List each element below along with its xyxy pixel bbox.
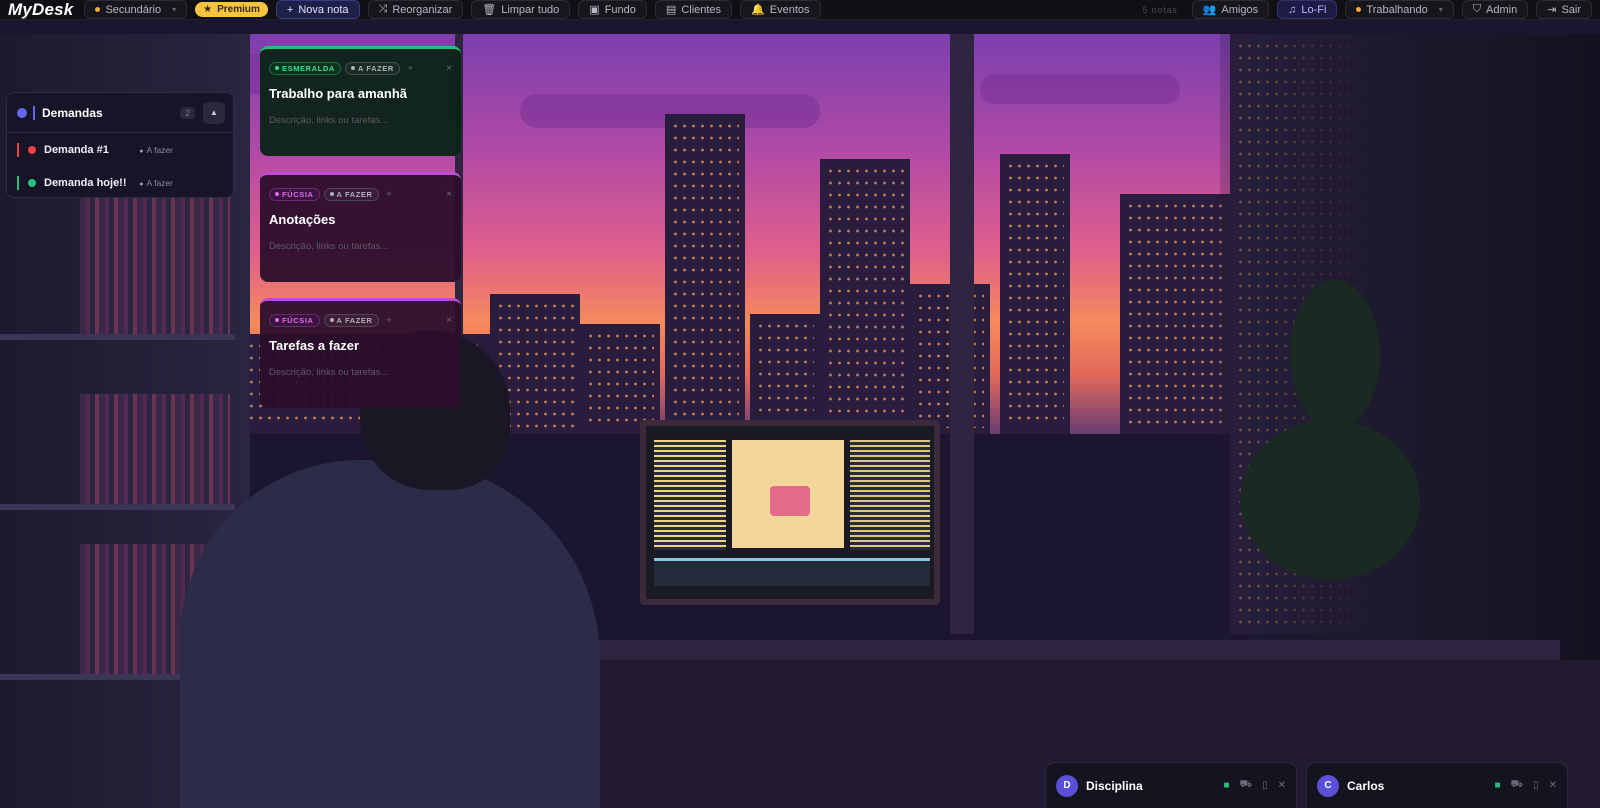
image-icon: ▣ <box>589 4 600 16</box>
note-description-input[interactable]: Descrição, links ou tarefas... <box>269 241 452 252</box>
lofi-background <box>0 0 1600 808</box>
demanda-status: A fazer <box>139 145 173 155</box>
logout-button[interactable]: ⇥ Sair <box>1536 0 1592 19</box>
friends-button[interactable]: 👥 Amigos <box>1191 0 1270 19</box>
status-tag[interactable]: A FAZER <box>323 313 379 327</box>
pin-icon[interactable]: ⌖ <box>408 63 413 74</box>
demanda-label: Demanda hoje!! <box>44 176 127 189</box>
avatar: D <box>1056 774 1078 797</box>
status-selector[interactable]: Trabalhando ▾ <box>1345 0 1454 19</box>
note-title[interactable]: Trabalho para amanhã <box>269 86 452 101</box>
close-icon[interactable]: × <box>446 63 452 74</box>
shield-icon: ⛉ <box>1472 3 1482 15</box>
chat-window-disciplina[interactable]: D Disciplina ■ ⛟ ▯ ✕ <box>1045 762 1297 808</box>
new-note-label: Nova nota <box>298 3 349 16</box>
demandas-count: 2 <box>179 106 195 119</box>
note-card[interactable]: ESMERALDA A FAZER ⌖ × Trabalho para aman… <box>260 46 461 156</box>
background-button[interactable]: ▣ Fundo <box>578 0 647 19</box>
workspace-selector[interactable]: Secundário ▾ <box>84 0 188 19</box>
status-tag[interactable]: A FAZER <box>323 187 379 201</box>
color-tag[interactable]: ESMERALDA <box>269 61 341 75</box>
shuffle-icon: ⤨ <box>378 3 388 15</box>
color-tag[interactable]: FÚCSIA <box>269 313 320 327</box>
status-label: Trabalhando <box>1366 3 1428 16</box>
close-icon[interactable]: × <box>446 315 452 326</box>
clients-label: Clientes <box>681 3 722 16</box>
pin-icon[interactable]: ⌖ <box>387 315 392 326</box>
clients-button[interactable]: ▤ Clientes <box>654 0 733 19</box>
demanda-item[interactable]: Demanda #1 A fazer <box>7 133 233 166</box>
premium-badge[interactable]: ★ Premium <box>195 2 268 17</box>
cart-icon[interactable]: ⛟ <box>1511 779 1524 792</box>
events-button[interactable]: 🔔 Eventos <box>740 0 821 19</box>
chevron-up-icon: ▲ <box>210 108 218 117</box>
demanda-label: Demanda #1 <box>44 143 109 156</box>
music-note-icon: ♫ <box>1288 3 1297 16</box>
demandas-dot-icon <box>17 107 27 118</box>
reorganize-button[interactable]: ⤨ Reorganizar <box>367 0 464 19</box>
avatar: C <box>1317 774 1339 797</box>
star-icon: ★ <box>203 4 213 15</box>
demandas-header: Demandas 2 ▲ <box>7 93 233 133</box>
video-icon[interactable]: ■ <box>1223 780 1229 791</box>
note-description-input[interactable]: Descrição, links ou tarefas... <box>269 367 452 378</box>
chevron-down-icon: ▾ <box>1438 5 1443 14</box>
cart-icon[interactable]: ⛟ <box>1240 779 1253 792</box>
chat-name[interactable]: Disciplina <box>1086 779 1213 793</box>
admin-button[interactable]: ⛉ Admin <box>1461 0 1529 19</box>
app-logo[interactable]: MyDesk <box>8 0 73 20</box>
demanda-status: A fazer <box>139 178 173 188</box>
clear-all-button[interactable]: 🗑 Limpar tudo <box>471 0 571 19</box>
chevron-down-icon: ▾ <box>172 5 177 14</box>
lofi-label: Lo-Fi <box>1301 3 1327 16</box>
chat-name[interactable]: Carlos <box>1347 779 1484 793</box>
video-icon[interactable]: ■ <box>1494 780 1500 791</box>
premium-label: Premium <box>217 4 260 15</box>
person-illustration <box>180 460 600 808</box>
table-icon: ▤ <box>665 4 677 16</box>
collapse-button[interactable]: ▲ <box>203 101 225 124</box>
friends-label: Amigos <box>1221 3 1259 16</box>
trash-icon: 🗑 <box>482 4 497 16</box>
background-label: Fundo <box>604 3 636 16</box>
close-icon[interactable]: × <box>446 189 452 200</box>
computer-monitor <box>640 420 940 605</box>
status-tag[interactable]: A FAZER <box>344 61 400 75</box>
close-icon[interactable]: ✕ <box>1278 780 1286 791</box>
color-tag[interactable]: FÚCSIA <box>269 187 320 201</box>
minimize-icon[interactable]: ▯ <box>1262 780 1268 791</box>
chat-window-carlos[interactable]: C Carlos ■ ⛟ ▯ ✕ <box>1306 762 1568 808</box>
top-toolbar: MyDesk Secundário ▾ ★ Premium + Nova not… <box>0 0 1600 20</box>
logout-label: Sair <box>1561 3 1581 16</box>
note-card[interactable]: FÚCSIA A FAZER ⌖ × Anotações Descrição, … <box>260 172 461 282</box>
demanda-color-icon <box>28 178 36 187</box>
demandas-title: Demandas <box>42 105 103 120</box>
note-title[interactable]: Anotações <box>269 212 452 227</box>
notes-count: 5 notas <box>1142 4 1178 15</box>
users-icon: 👥 <box>1202 4 1217 16</box>
admin-label: Admin <box>1486 3 1518 16</box>
status-dot-icon <box>1356 7 1362 12</box>
plus-icon: + <box>286 3 294 16</box>
minimize-icon[interactable]: ▯ <box>1533 780 1539 791</box>
logout-icon: ⇥ <box>1547 4 1557 16</box>
reorganize-label: Reorganizar <box>392 3 453 16</box>
note-description-input[interactable]: Descrição, links ou tarefas... <box>269 115 452 126</box>
note-title[interactable]: Tarefas a fazer <box>269 338 452 353</box>
demanda-item[interactable]: Demanda hoje!! A fazer <box>7 166 233 199</box>
demandas-panel: Demandas 2 ▲ Demanda #1 A fazer Demanda … <box>6 92 234 198</box>
workspace-label: Secundário <box>105 3 162 16</box>
note-card[interactable]: FÚCSIA A FAZER ⌖ × Tarefas a fazer Descr… <box>260 298 461 408</box>
lofi-music-button[interactable]: ♫ Lo-Fi <box>1277 0 1338 19</box>
bell-icon: 🔔 <box>751 4 765 16</box>
workspace-dot-icon <box>95 7 101 12</box>
new-note-button[interactable]: + Nova nota <box>275 0 360 19</box>
events-label: Eventos <box>769 3 810 16</box>
clear-all-label: Limpar tudo <box>501 3 560 16</box>
close-icon[interactable]: ✕ <box>1549 780 1557 791</box>
demanda-color-icon <box>28 145 36 154</box>
pin-icon[interactable]: ⌖ <box>387 189 392 200</box>
